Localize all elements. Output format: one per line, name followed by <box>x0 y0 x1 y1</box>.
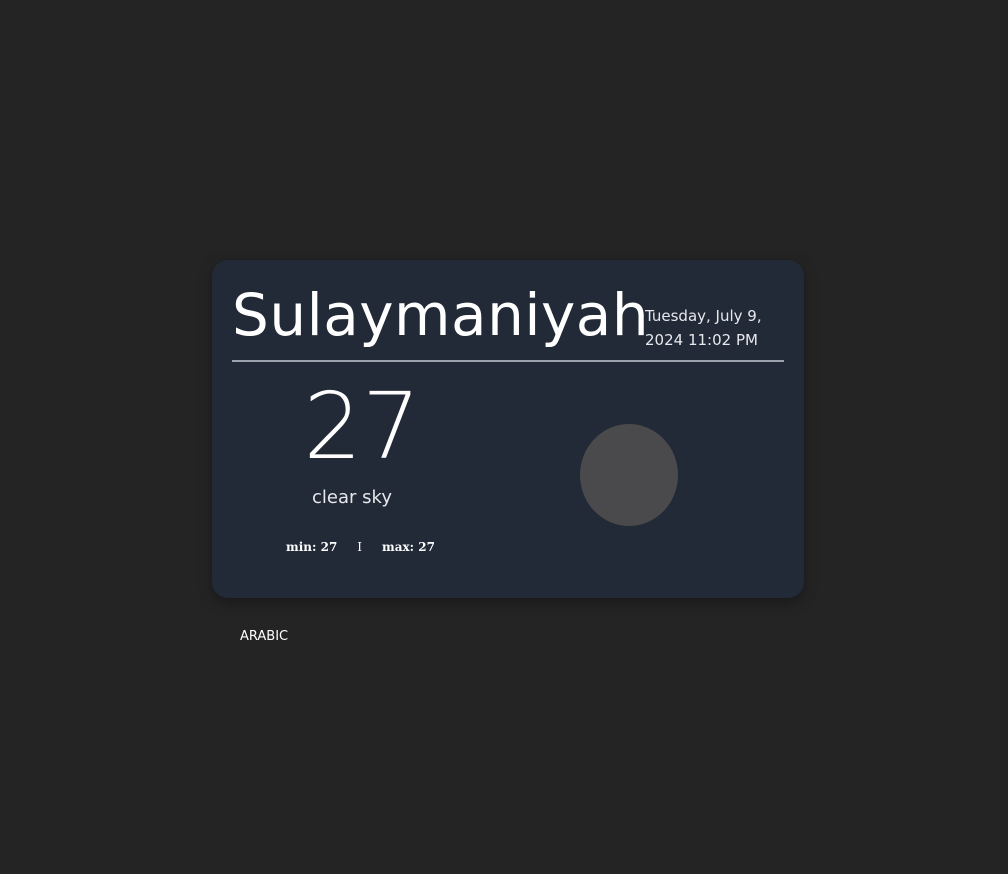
min-max-temperature: min: 27 I max: 27 <box>286 539 435 555</box>
language-toggle-button[interactable]: ARABIC <box>240 628 288 646</box>
max-temperature: max: 27 <box>382 540 435 554</box>
weather-description: clear sky <box>312 487 392 508</box>
current-temperature: 27 <box>303 373 421 480</box>
min-temperature: min: 27 <box>286 540 338 554</box>
divider <box>232 360 784 362</box>
city-name: Sulaymaniyah <box>232 281 650 349</box>
min-max-separator: I <box>357 540 363 554</box>
date-time: Tuesday, July 9, 2024 11:02 PM <box>645 307 762 349</box>
weather-icon <box>580 424 678 526</box>
weather-card: Sulaymaniyah Tuesday, July 9, 2024 11:02… <box>212 260 804 598</box>
